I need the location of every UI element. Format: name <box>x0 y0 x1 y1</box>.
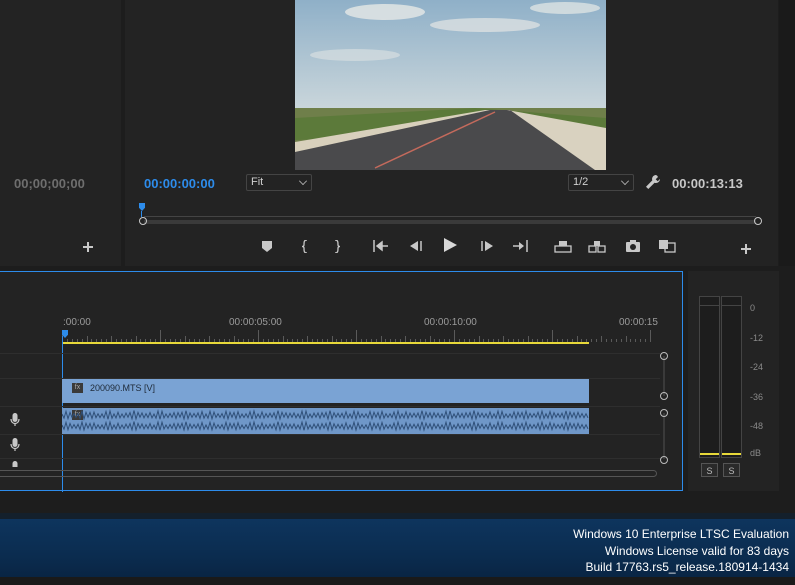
meter-scale-db: dB <box>750 448 762 458</box>
step-forward-icon[interactable] <box>478 237 496 255</box>
audio-clip[interactable]: fx <box>62 408 589 434</box>
road-frame-image <box>295 0 606 170</box>
ruler-tick <box>640 339 642 342</box>
wrench-settings-icon[interactable] <box>645 174 661 190</box>
ruler-label-0: :00:00 <box>63 317 91 328</box>
video-clip-label: 200090.MTS [V] <box>90 383 156 393</box>
ruler-tick <box>645 339 647 342</box>
ruler-tick <box>650 330 651 342</box>
meter-scale-36: -36 <box>750 392 764 402</box>
mini-timeline-ruler[interactable] <box>139 200 762 230</box>
program-current-timecode[interactable]: 00:00:00:00 <box>144 176 215 191</box>
ruler-tick <box>610 339 612 342</box>
mark-in-icon[interactable] <box>296 237 314 255</box>
chevron-down-icon <box>621 177 629 185</box>
watermark-line2: Windows License valid for 83 days <box>604 544 789 558</box>
ruler-tick <box>454 330 455 342</box>
mic-icon[interactable] <box>10 461 20 467</box>
video-track-scroll[interactable] <box>660 352 668 400</box>
add-marker-icon[interactable] <box>258 237 276 255</box>
zoom-handle-right[interactable] <box>754 217 762 225</box>
ruler-label-15: 00:00:15 <box>619 317 658 328</box>
timeline-panel: :00:00 00:00:05:00 00:00:10:00 00:00:15 … <box>0 271 683 492</box>
camera-icon[interactable] <box>624 237 642 255</box>
watermark-line3: Build 17763.rs5_release.180914-1434 <box>585 560 790 574</box>
ruler-label-5: 00:00:05:00 <box>229 317 282 328</box>
timeline-horizontal-scrollbar[interactable] <box>0 470 657 477</box>
meter-scale-0: 0 <box>750 303 756 313</box>
waveform-channel <box>62 419 589 433</box>
ruler-tick <box>615 339 617 342</box>
mic-icon[interactable] <box>10 438 20 452</box>
ruler-tick <box>258 330 259 342</box>
chevron-down-icon <box>299 177 307 185</box>
solo-left-button[interactable]: S <box>701 463 718 477</box>
work-area-bar[interactable] <box>62 342 589 344</box>
go-to-in-icon[interactable] <box>372 237 390 255</box>
ruler-tick <box>601 336 602 342</box>
video-preview[interactable] <box>295 0 606 170</box>
extract-icon[interactable] <box>588 237 606 255</box>
ruler-tick <box>591 339 593 342</box>
meter-channel-left <box>699 296 720 458</box>
add-button-icon[interactable] <box>740 242 752 254</box>
zoom-dropdown[interactable]: Fit <box>246 174 312 191</box>
meter-scale-48: -48 <box>750 421 764 431</box>
step-back-icon[interactable] <box>407 237 425 255</box>
windows-desktop: Windows 10 Enterprise LTSC Evaluation Wi… <box>0 513 795 585</box>
waveform-channel <box>62 408 589 422</box>
zoom-dropdown-value: Fit <box>251 176 264 188</box>
ruler-tick <box>620 339 622 342</box>
ruler-tick <box>596 339 598 342</box>
ruler-tick <box>160 330 161 342</box>
playhead-marker[interactable] <box>139 203 145 211</box>
mic-icon[interactable] <box>10 413 20 427</box>
ruler-tick <box>356 330 357 342</box>
add-button-icon[interactable] <box>82 240 94 252</box>
audio-waveform <box>62 408 589 433</box>
mark-out-icon[interactable] <box>328 237 346 255</box>
source-monitor-panel: 00;00;00;00 <box>0 0 121 266</box>
meter-scale-12: -12 <box>750 333 764 343</box>
resolution-dropdown-value: 1/2 <box>573 176 589 188</box>
ruler-tick <box>552 330 553 342</box>
video-clip[interactable]: fx 200090.MTS [V] <box>62 379 589 403</box>
lift-icon[interactable] <box>554 237 572 255</box>
play-icon[interactable] <box>441 236 459 254</box>
meter-channel-right <box>721 296 742 458</box>
ruler-tick <box>635 339 637 342</box>
program-duration-timecode: 00:00:13:13 <box>672 176 743 191</box>
scrubber-bar[interactable] <box>144 220 756 224</box>
resolution-dropdown[interactable]: 1/2 <box>568 174 634 191</box>
ruler-label-10: 00:00:10:00 <box>424 317 477 328</box>
watermark-line1: Windows 10 Enterprise LTSC Evaluation <box>573 527 789 541</box>
solo-right-button[interactable]: S <box>723 463 740 477</box>
ruler-tick <box>630 339 632 342</box>
ruler-tick <box>625 336 627 342</box>
comparison-view-icon[interactable] <box>658 237 676 255</box>
program-monitor-panel: 00:00:00:00 Fit 1/2 00:00:13:13 <box>125 0 778 266</box>
source-timecode[interactable]: 00;00;00;00 <box>14 176 85 191</box>
meter-scale-24: -24 <box>750 362 764 372</box>
ruler-tick <box>605 339 607 342</box>
go-to-out-icon[interactable] <box>511 237 529 255</box>
zoom-handle-left[interactable] <box>139 217 147 225</box>
audio-track-scroll[interactable] <box>660 409 668 465</box>
audio-meter-panel: 0 -12 -24 -36 -48 dB S S <box>688 271 779 491</box>
fx-badge-icon: fx <box>72 383 83 393</box>
